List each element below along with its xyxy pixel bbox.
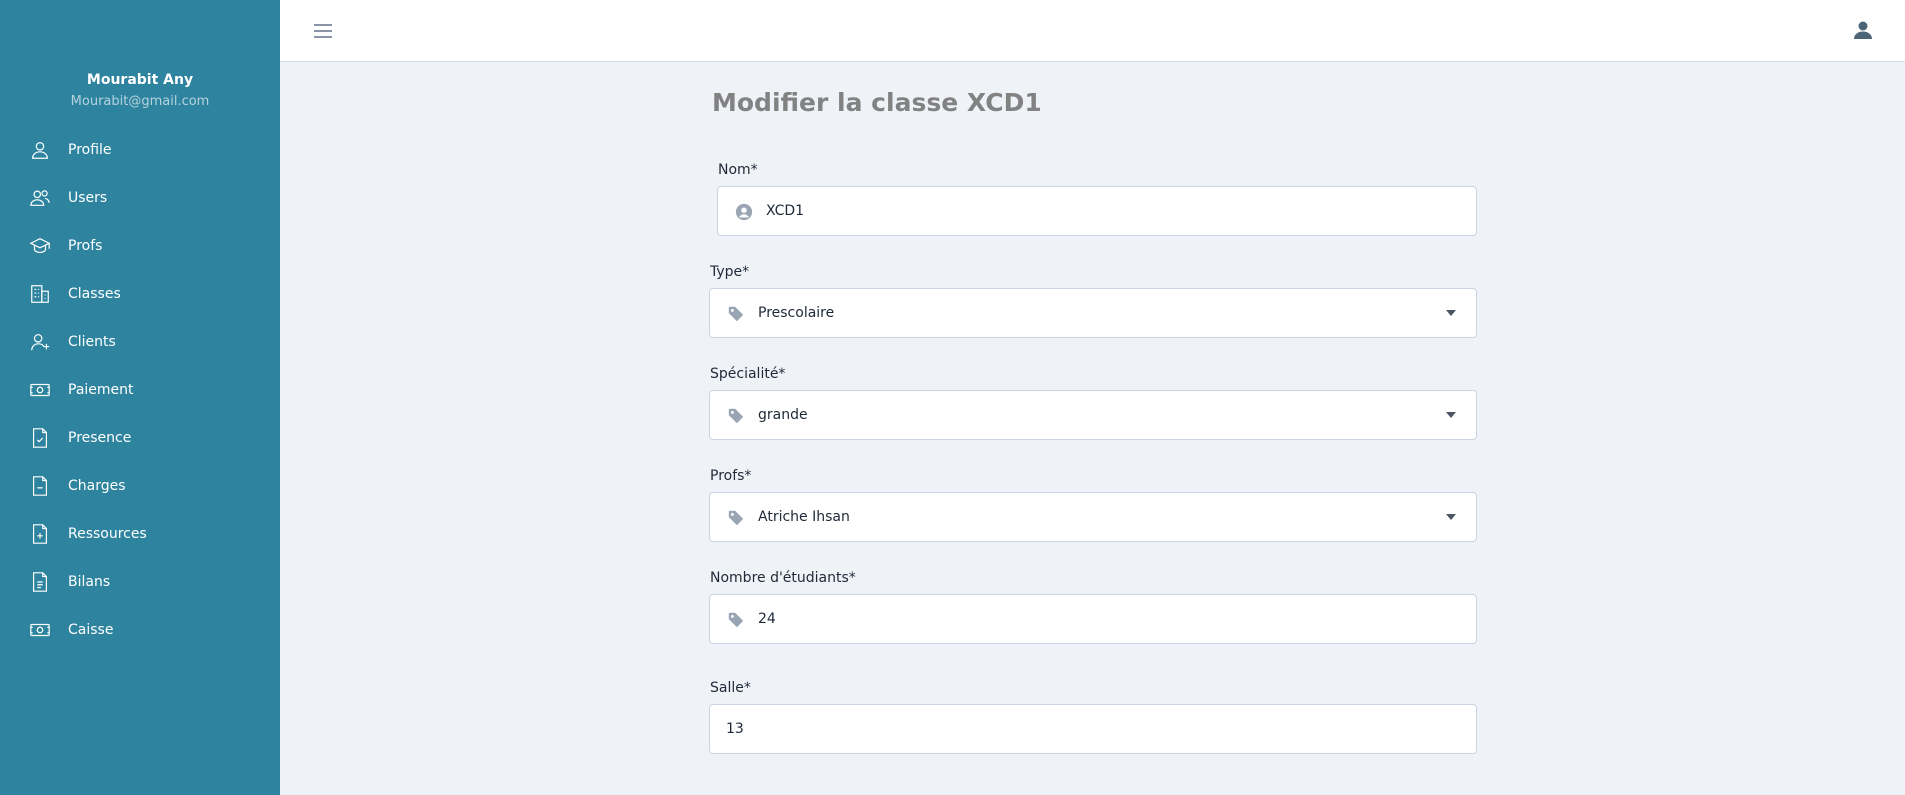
profs-value: Atriche Ihsan [758,509,850,525]
chevron-down-icon[interactable] [1446,412,1456,418]
sidebar-item-label: Bilans [68,574,111,590]
user-name: Mourabit Any [86,72,194,88]
sidebar-item-clients[interactable]: Clients [0,318,280,366]
user-plus-icon [28,330,52,354]
sidebar-item-profile[interactable]: Profile [0,126,280,174]
sidebar-item-profs[interactable]: Profs [0,222,280,270]
tag-icon [726,304,746,324]
file-plus-icon [28,522,52,546]
file-check-icon [28,426,52,450]
users-icon [28,186,52,210]
sidebar: Mourabit Any Mourabit@gmail.com Profile … [0,0,280,795]
topbar [280,0,1905,62]
profs-label: Profs* [710,468,752,484]
nom-label: Nom* [718,162,758,178]
profs-select[interactable]: Atriche Ihsan [709,492,1477,542]
sidebar-item-label: Clients [68,334,116,350]
specialite-label: Spécialité* [710,366,786,382]
graduation-cap-icon [28,234,52,258]
sidebar-item-caisse[interactable]: Caisse [0,606,280,654]
file-minus-icon [28,474,52,498]
sidebar-nav: Profile Users Profs Classes Clients Paie… [0,126,280,654]
money-icon [28,378,52,402]
account-icon[interactable] [1851,18,1875,42]
nom-value: XCD1 [766,203,805,219]
sidebar-item-label: Caisse [68,622,114,638]
salle-label: Salle* [710,680,751,696]
sidebar-item-label: Charges [68,478,126,494]
sidebar-item-label: Profs [68,238,103,254]
type-select[interactable]: Prescolaire [709,288,1477,338]
user-circle-icon [734,202,754,222]
sidebar-item-bilans[interactable]: Bilans [0,558,280,606]
page-title: Modifier la classe XCD1 [712,88,1042,117]
chevron-down-icon[interactable] [1446,514,1456,520]
tag-icon [726,610,746,630]
type-label: Type* [710,264,750,280]
sidebar-item-users[interactable]: Users [0,174,280,222]
building-icon [28,282,52,306]
sidebar-item-label: Users [68,190,108,206]
user-icon [28,138,52,162]
nom-input[interactable]: XCD1 [717,186,1477,236]
specialite-value: grande [758,407,808,423]
sidebar-item-label: Profile [68,142,112,158]
sidebar-item-charges[interactable]: Charges [0,462,280,510]
type-value: Prescolaire [758,305,835,321]
sidebar-item-classes[interactable]: Classes [0,270,280,318]
sidebar-item-paiement[interactable]: Paiement [0,366,280,414]
sidebar-item-label: Classes [68,286,121,302]
hamburger-icon[interactable] [312,20,334,42]
tag-icon [726,406,746,426]
salle-input[interactable]: 13 [709,704,1477,754]
sidebar-item-presence[interactable]: Presence [0,414,280,462]
specialite-select[interactable]: grande [709,390,1477,440]
sidebar-item-label: Paiement [68,382,134,398]
tag-icon [726,508,746,528]
user-email: Mourabit@gmail.com [70,94,210,109]
chevron-down-icon[interactable] [1446,310,1456,316]
sidebar-item-label: Presence [68,430,132,446]
nombre-input[interactable]: 24 [709,594,1477,644]
sidebar-item-ressources[interactable]: Ressources [0,510,280,558]
nombre-label: Nombre d'étudiants* [710,570,856,586]
file-text-icon [28,570,52,594]
sidebar-item-label: Ressources [68,526,147,542]
salle-value: 13 [726,721,744,737]
nombre-value: 24 [758,611,776,627]
money-icon [28,618,52,642]
